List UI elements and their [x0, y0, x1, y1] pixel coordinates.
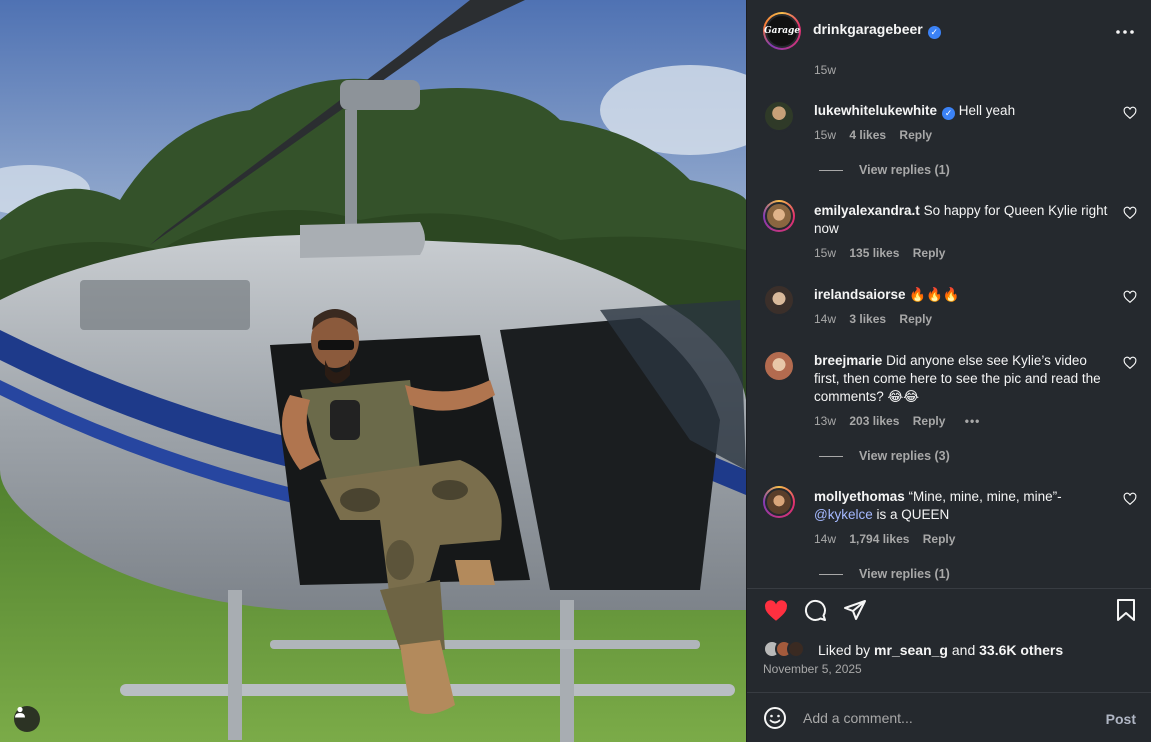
- liked-by-prefix: Liked by: [818, 642, 875, 658]
- reply-line-divider: [819, 456, 843, 458]
- comment-time: 14w: [814, 312, 837, 326]
- comment-meta: 14w 3 likes Reply: [814, 312, 942, 326]
- post-date: November 5, 2025: [763, 662, 862, 676]
- bookmark-icon[interactable]: [1115, 598, 1137, 622]
- view-replies-label: View replies (3): [859, 449, 950, 463]
- reply-button[interactable]: Reply: [913, 246, 946, 260]
- helicopter-photo: [0, 0, 746, 742]
- post-actions-bar: [763, 598, 1137, 626]
- view-replies-button[interactable]: View replies (1): [819, 567, 950, 581]
- liked-by-username[interactable]: mr_sean_g: [874, 642, 948, 658]
- comment-meta: 15w 4 likes Reply: [814, 128, 942, 142]
- comment-item: mollyethomas “Mine, mine, mine, mine”- @…: [763, 486, 1137, 586]
- comment-username[interactable]: irelandsaiorse: [814, 287, 906, 302]
- send-icon[interactable]: [843, 598, 867, 622]
- author-avatar-logo: Garage: [764, 14, 800, 48]
- reply-line-divider: [819, 170, 843, 172]
- verified-badge-icon: ✓: [927, 26, 941, 39]
- more-options-button[interactable]: [1116, 18, 1134, 39]
- liked-by-others[interactable]: 33.6K others: [979, 642, 1063, 658]
- post-details-panel: Garage drinkgaragebeer ✓ 15w lukewhiteluk…: [746, 0, 1151, 742]
- heart-icon[interactable]: [1123, 492, 1137, 506]
- comment-meta: 13w 203 likes Reply •••: [814, 414, 990, 428]
- comment-avatar[interactable]: [763, 200, 795, 232]
- view-replies-button[interactable]: View replies (3): [819, 449, 950, 463]
- comment-input[interactable]: [803, 707, 1063, 729]
- liked-by-avatars: [763, 640, 813, 660]
- comment-mention-link[interactable]: @kykelce: [814, 507, 873, 522]
- comment-username[interactable]: mollyethomas: [814, 489, 905, 504]
- post-photo[interactable]: [0, 0, 746, 742]
- comment-avatar[interactable]: [763, 284, 795, 316]
- actions-divider: [747, 588, 1151, 589]
- comment-avatar[interactable]: [763, 486, 795, 518]
- caption-timestamp: 15w: [814, 63, 837, 77]
- post-header: Garage drinkgaragebeer ✓: [747, 0, 1151, 60]
- verified-badge-icon: ✓: [942, 107, 956, 120]
- comment-likes[interactable]: 3 likes: [849, 312, 886, 326]
- more-horizontal-icon: [1116, 30, 1134, 34]
- comment-time: 15w: [814, 246, 837, 260]
- comment-text: 🔥🔥🔥: [909, 287, 960, 302]
- liker-avatar: [787, 640, 805, 658]
- comment-item: lukewhitelukewhite ✓ Hell yeah 15w 4 like…: [763, 100, 1137, 180]
- comment-username[interactable]: emilyalexandra.t: [814, 203, 920, 218]
- comment-text-continued: is a QUEEN: [872, 507, 950, 522]
- comment-item: breejmarie Did anyone else see Kylie’s v…: [763, 350, 1137, 470]
- comment-meta: 15w 135 likes Reply: [814, 246, 955, 260]
- comment-avatar[interactable]: [763, 350, 795, 382]
- author-username[interactable]: drinkgaragebeer: [813, 21, 923, 37]
- heart-icon[interactable]: [1123, 206, 1137, 220]
- comment-icon[interactable]: [803, 598, 827, 622]
- comment-text: Hell yeah: [958, 103, 1016, 118]
- comment-more-button[interactable]: •••: [965, 414, 981, 428]
- author-avatar[interactable]: Garage: [763, 12, 801, 50]
- comment-item: emilyalexandra.t So happy for Queen Kyli…: [763, 200, 1137, 270]
- author-username-row: drinkgaragebeer ✓: [813, 21, 941, 39]
- comment-body: mollyethomas “Mine, mine, mine, mine”- @…: [814, 488, 1109, 524]
- comment-item: irelandsaiorse 🔥🔥🔥 14w 3 likes Reply: [763, 284, 1137, 334]
- comment-time: 15w: [814, 128, 837, 142]
- user-icon: [15, 706, 25, 718]
- reply-button[interactable]: Reply: [913, 414, 946, 428]
- post-comment-button[interactable]: Post: [1106, 711, 1136, 727]
- user-tag-button[interactable]: [14, 706, 40, 732]
- heart-icon[interactable]: [763, 598, 789, 624]
- heart-icon[interactable]: [1123, 356, 1137, 370]
- comment-time: 13w: [814, 414, 837, 428]
- heart-icon[interactable]: [1123, 290, 1137, 304]
- comment-meta: 14w 1,794 likes Reply: [814, 532, 965, 546]
- comment-likes[interactable]: 1,794 likes: [849, 532, 909, 546]
- comment-text: “Mine, mine, mine, mine”-: [908, 489, 1062, 504]
- reply-button[interactable]: Reply: [923, 532, 956, 546]
- comment-body: emilyalexandra.t So happy for Queen Kyli…: [814, 202, 1109, 238]
- comment-body: breejmarie Did anyone else see Kylie’s v…: [814, 352, 1109, 406]
- comment-username[interactable]: breejmarie: [814, 353, 882, 368]
- reply-line-divider: [819, 574, 843, 576]
- view-replies-label: View replies (1): [859, 163, 950, 177]
- comment-username[interactable]: lukewhitelukewhite: [814, 103, 937, 118]
- comment-time: 14w: [814, 532, 837, 546]
- reply-button[interactable]: Reply: [899, 312, 932, 326]
- heart-icon[interactable]: [1123, 106, 1137, 120]
- comment-body: lukewhitelukewhite ✓ Hell yeah: [814, 102, 1109, 120]
- emoji-icon[interactable]: [763, 706, 787, 730]
- view-replies-label: View replies (1): [859, 567, 950, 581]
- comment-likes[interactable]: 4 likes: [849, 128, 886, 142]
- comment-composer: Post: [747, 692, 1151, 742]
- comment-likes[interactable]: 135 likes: [849, 246, 899, 260]
- comment-body: irelandsaiorse 🔥🔥🔥: [814, 286, 1109, 304]
- view-replies-button[interactable]: View replies (1): [819, 163, 950, 177]
- comment-avatar[interactable]: [763, 100, 795, 132]
- reply-button[interactable]: Reply: [899, 128, 932, 142]
- liked-by-and: and: [947, 642, 980, 658]
- likes-text[interactable]: Liked by mr_sean_g and 33.6K others: [818, 642, 1063, 658]
- comment-likes[interactable]: 203 likes: [849, 414, 899, 428]
